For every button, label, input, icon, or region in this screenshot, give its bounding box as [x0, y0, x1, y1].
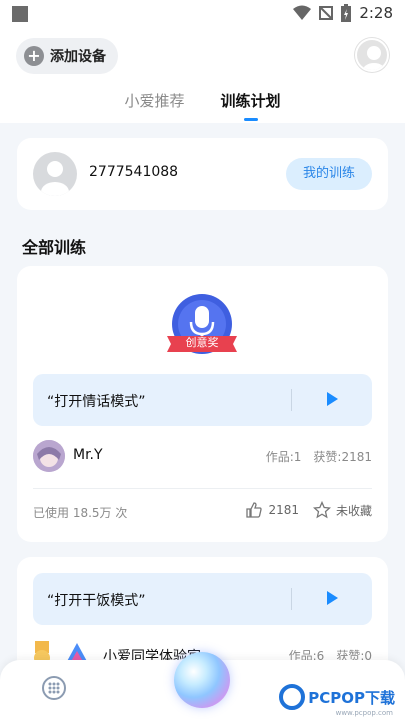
pcpop-logo-icon	[279, 684, 306, 710]
divider	[291, 588, 292, 610]
star-icon	[312, 501, 331, 519]
add-device-button[interactable]: + 添加设备	[16, 38, 118, 74]
author-avatar[interactable]	[33, 440, 65, 472]
likes-count: 获赞:2181	[313, 450, 372, 464]
tab-recommend[interactable]: 小爱推荐	[124, 90, 184, 121]
plus-icon: +	[24, 46, 44, 66]
tab-bar: 小爱推荐 训练计划	[0, 90, 405, 121]
section-title: 全部训练	[22, 238, 87, 257]
watermark-brand: PCPOP下载	[308, 688, 395, 707]
training-card[interactable]: 创意奖 “打开情话模式” Mr.Y 作品:1 获赞:2181 已使用 18.5万…	[17, 266, 388, 542]
bottom-nav: PCPOP下载 www.pcpop.com	[0, 652, 405, 720]
add-device-label: 添加设备	[50, 49, 106, 65]
works-count: 作品:1	[265, 450, 302, 464]
author-stats: 作品:1 获赞:2181	[266, 448, 372, 465]
command-bar[interactable]: “打开干饭模式”	[33, 573, 372, 625]
favorite-button[interactable]: 未收藏	[312, 501, 372, 519]
badge-label: 创意奖	[185, 336, 219, 349]
creative-award-badge	[167, 294, 237, 354]
no-signal-icon	[319, 6, 334, 20]
person-icon	[41, 161, 69, 196]
user-id: 2777541088	[89, 164, 179, 180]
apps-grid-icon[interactable]	[42, 676, 66, 700]
header: + 添加设备 小爱推荐 训练计划	[0, 28, 405, 123]
user-card: 2777541088 我的训练	[17, 138, 388, 210]
xiaoai-voice-button[interactable]	[174, 652, 230, 708]
watermark-url: www.pcpop.com	[335, 709, 393, 717]
profile-avatar[interactable]	[355, 38, 389, 72]
clock: 2:28	[359, 4, 393, 22]
person-icon	[362, 46, 386, 70]
battery-icon	[341, 4, 352, 22]
like-button[interactable]: 2181	[245, 501, 299, 519]
watermark-logo: PCPOP下载	[279, 684, 395, 710]
command-text: “打开干饭模式”	[47, 593, 146, 609]
author-row: Mr.Y 作品:1 获赞:2181	[33, 440, 372, 472]
status-bar: 2:28	[0, 0, 405, 28]
author-name[interactable]: Mr.Y	[73, 447, 103, 463]
command-bar[interactable]: “打开情话模式”	[33, 374, 372, 426]
status-icons: 2:28	[293, 4, 393, 22]
thumbs-up-icon	[246, 502, 263, 518]
wifi-icon	[293, 5, 312, 20]
play-icon[interactable]	[327, 591, 338, 605]
divider	[33, 488, 372, 489]
command-text: “打开情话模式”	[47, 394, 146, 410]
divider	[291, 389, 292, 411]
usage-count: 已使用 18.5万 次	[33, 506, 128, 520]
favorite-label: 未收藏	[335, 503, 372, 518]
notification-icon	[12, 6, 28, 22]
card-actions: 2181 未收藏	[245, 501, 372, 519]
dots-grid-icon	[48, 682, 60, 694]
anime-avatar-icon	[33, 440, 65, 472]
tab-training-plan[interactable]: 训练计划	[221, 90, 281, 121]
tab-indicator	[243, 118, 258, 121]
my-training-button[interactable]: 我的训练	[286, 158, 372, 190]
play-icon[interactable]	[327, 392, 338, 406]
user-avatar	[33, 152, 77, 196]
like-count: 2181	[268, 503, 299, 517]
